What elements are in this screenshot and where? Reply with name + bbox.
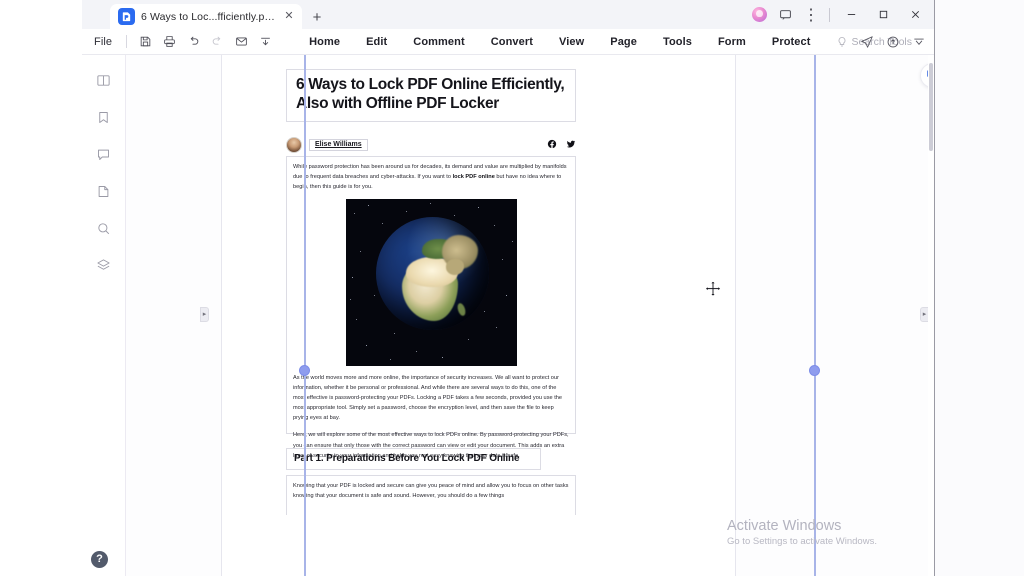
paragraph-4: Knowing that your PDF is locked and secu…	[293, 483, 569, 500]
document-title-block[interactable]: 6 Ways to Lock PDF Online Efficiently, A…	[286, 69, 576, 122]
undo-icon[interactable]	[183, 31, 204, 52]
document-tab[interactable]: 6 Ways to Loc...fficiently.pdf * ✕	[110, 4, 302, 29]
toolbar-divider	[126, 35, 128, 48]
document-tab-title: 6 Ways to Loc...fficiently.pdf *	[141, 10, 276, 23]
move-cursor	[704, 280, 722, 298]
tab-page[interactable]: Page	[597, 36, 650, 48]
send-icon[interactable]	[857, 32, 877, 52]
right-margin-guide[interactable]	[814, 55, 816, 576]
byline: Elise Williams	[286, 135, 576, 155]
maximize-button[interactable]	[867, 0, 899, 29]
ribbon-tabs: Home Edit Comment Convert View Page Tool…	[296, 36, 823, 48]
email-icon[interactable]	[231, 31, 252, 52]
pdfelement-window: 6 Ways to Loc...fficiently.pdf * ✕ + ⋮ F…	[82, 0, 935, 576]
help-button[interactable]: ?	[91, 551, 108, 568]
pdf-app-icon	[118, 8, 135, 25]
snapshot-tool-button[interactable]	[920, 63, 928, 88]
account-avatar[interactable]	[746, 2, 772, 28]
part-1-heading: Part 1. Preparations Before You Lock PDF…	[294, 453, 520, 464]
author-name[interactable]: Elise Williams	[309, 138, 368, 152]
quick-access-toolbar	[131, 31, 276, 52]
lightbulb-search-icon	[836, 36, 848, 48]
window-right-edge	[934, 0, 935, 576]
attachment-icon[interactable]	[91, 178, 117, 204]
ribbon-bar: File Home Edit Comment Convert View Page…	[82, 29, 935, 55]
title-bar: 6 Ways to Loc...fficiently.pdf * ✕ + ⋮	[82, 0, 935, 29]
tab-protect[interactable]: Protect	[759, 36, 824, 48]
desktop-background-left	[0, 0, 82, 576]
section-heading-block[interactable]: Part 1. Preparations Before You Lock PDF…	[286, 448, 541, 470]
tab-view[interactable]: View	[546, 36, 597, 48]
tab-form[interactable]: Form	[705, 36, 759, 48]
new-tab-icon[interactable]: +	[308, 8, 326, 26]
page-title: 6 Ways to Lock PDF Online Efficiently, A…	[296, 76, 565, 112]
save-icon[interactable]	[135, 31, 156, 52]
more-options-icon[interactable]: ⋮	[798, 2, 824, 28]
facebook-icon[interactable]	[547, 136, 557, 154]
thumbnails-icon[interactable]	[91, 67, 117, 93]
tab-tools[interactable]: Tools	[650, 36, 705, 48]
pdf-page[interactable]: 6 Ways to Lock PDF Online Efficiently, A…	[221, 55, 736, 576]
section-body-block[interactable]: Knowing that your PDF is locked and secu…	[286, 475, 576, 515]
collapse-right-panel-arrow[interactable]: ▸	[920, 307, 928, 322]
window-controls-divider	[829, 7, 830, 22]
left-margin-guide[interactable]	[304, 55, 306, 576]
window-controls-group: ⋮	[746, 0, 935, 29]
globe-sphere	[375, 216, 489, 330]
search-icon[interactable]	[91, 215, 117, 241]
avatar	[286, 137, 302, 153]
vertical-scrollbar-thumb[interactable]	[929, 63, 933, 151]
chevron-down-icon[interactable]	[909, 32, 929, 52]
redo-icon	[207, 31, 228, 52]
app-root: 6 Ways to Loc...fficiently.pdf * ✕ + ⋮ F…	[0, 0, 1024, 576]
left-margin-handle[interactable]	[299, 365, 310, 376]
download-icon[interactable]	[255, 31, 276, 52]
social-links	[547, 136, 576, 154]
paragraph-1: While password protection has been aroun…	[293, 162, 569, 193]
paragraph-2: As the world moves more and more online,…	[293, 374, 563, 422]
comment-icon[interactable]	[91, 141, 117, 167]
cloud-upload-icon[interactable]	[883, 32, 903, 52]
collapse-left-panel-arrow[interactable]: ▸	[200, 307, 209, 322]
layers-icon[interactable]	[91, 252, 117, 278]
desktop-background-right	[935, 0, 1024, 576]
left-sidebar-rail	[82, 55, 126, 576]
earth-globe-image[interactable]	[345, 198, 517, 366]
ribbon-right-actions	[857, 29, 929, 55]
article-body-block[interactable]: While password protection has been aroun…	[286, 156, 576, 459]
close-window-button[interactable]	[899, 0, 931, 29]
minimize-button[interactable]	[835, 0, 867, 29]
print-icon[interactable]	[159, 31, 180, 52]
close-tab-icon[interactable]: ✕	[282, 10, 296, 24]
tab-comment[interactable]: Comment	[400, 36, 477, 48]
bookmark-icon[interactable]	[91, 104, 117, 130]
twitter-icon[interactable]	[566, 136, 576, 154]
paragraph-1-bold-phrase: lock PDF online	[452, 174, 495, 181]
file-menu-button[interactable]: File	[82, 36, 122, 48]
feedback-icon[interactable]	[772, 2, 798, 28]
tab-convert[interactable]: Convert	[478, 36, 546, 48]
document-viewport[interactable]: 6 Ways to Lock PDF Online Efficiently, A…	[126, 55, 928, 576]
tab-home[interactable]: Home	[296, 36, 353, 48]
tab-edit[interactable]: Edit	[353, 36, 400, 48]
right-margin-handle[interactable]	[809, 365, 820, 376]
